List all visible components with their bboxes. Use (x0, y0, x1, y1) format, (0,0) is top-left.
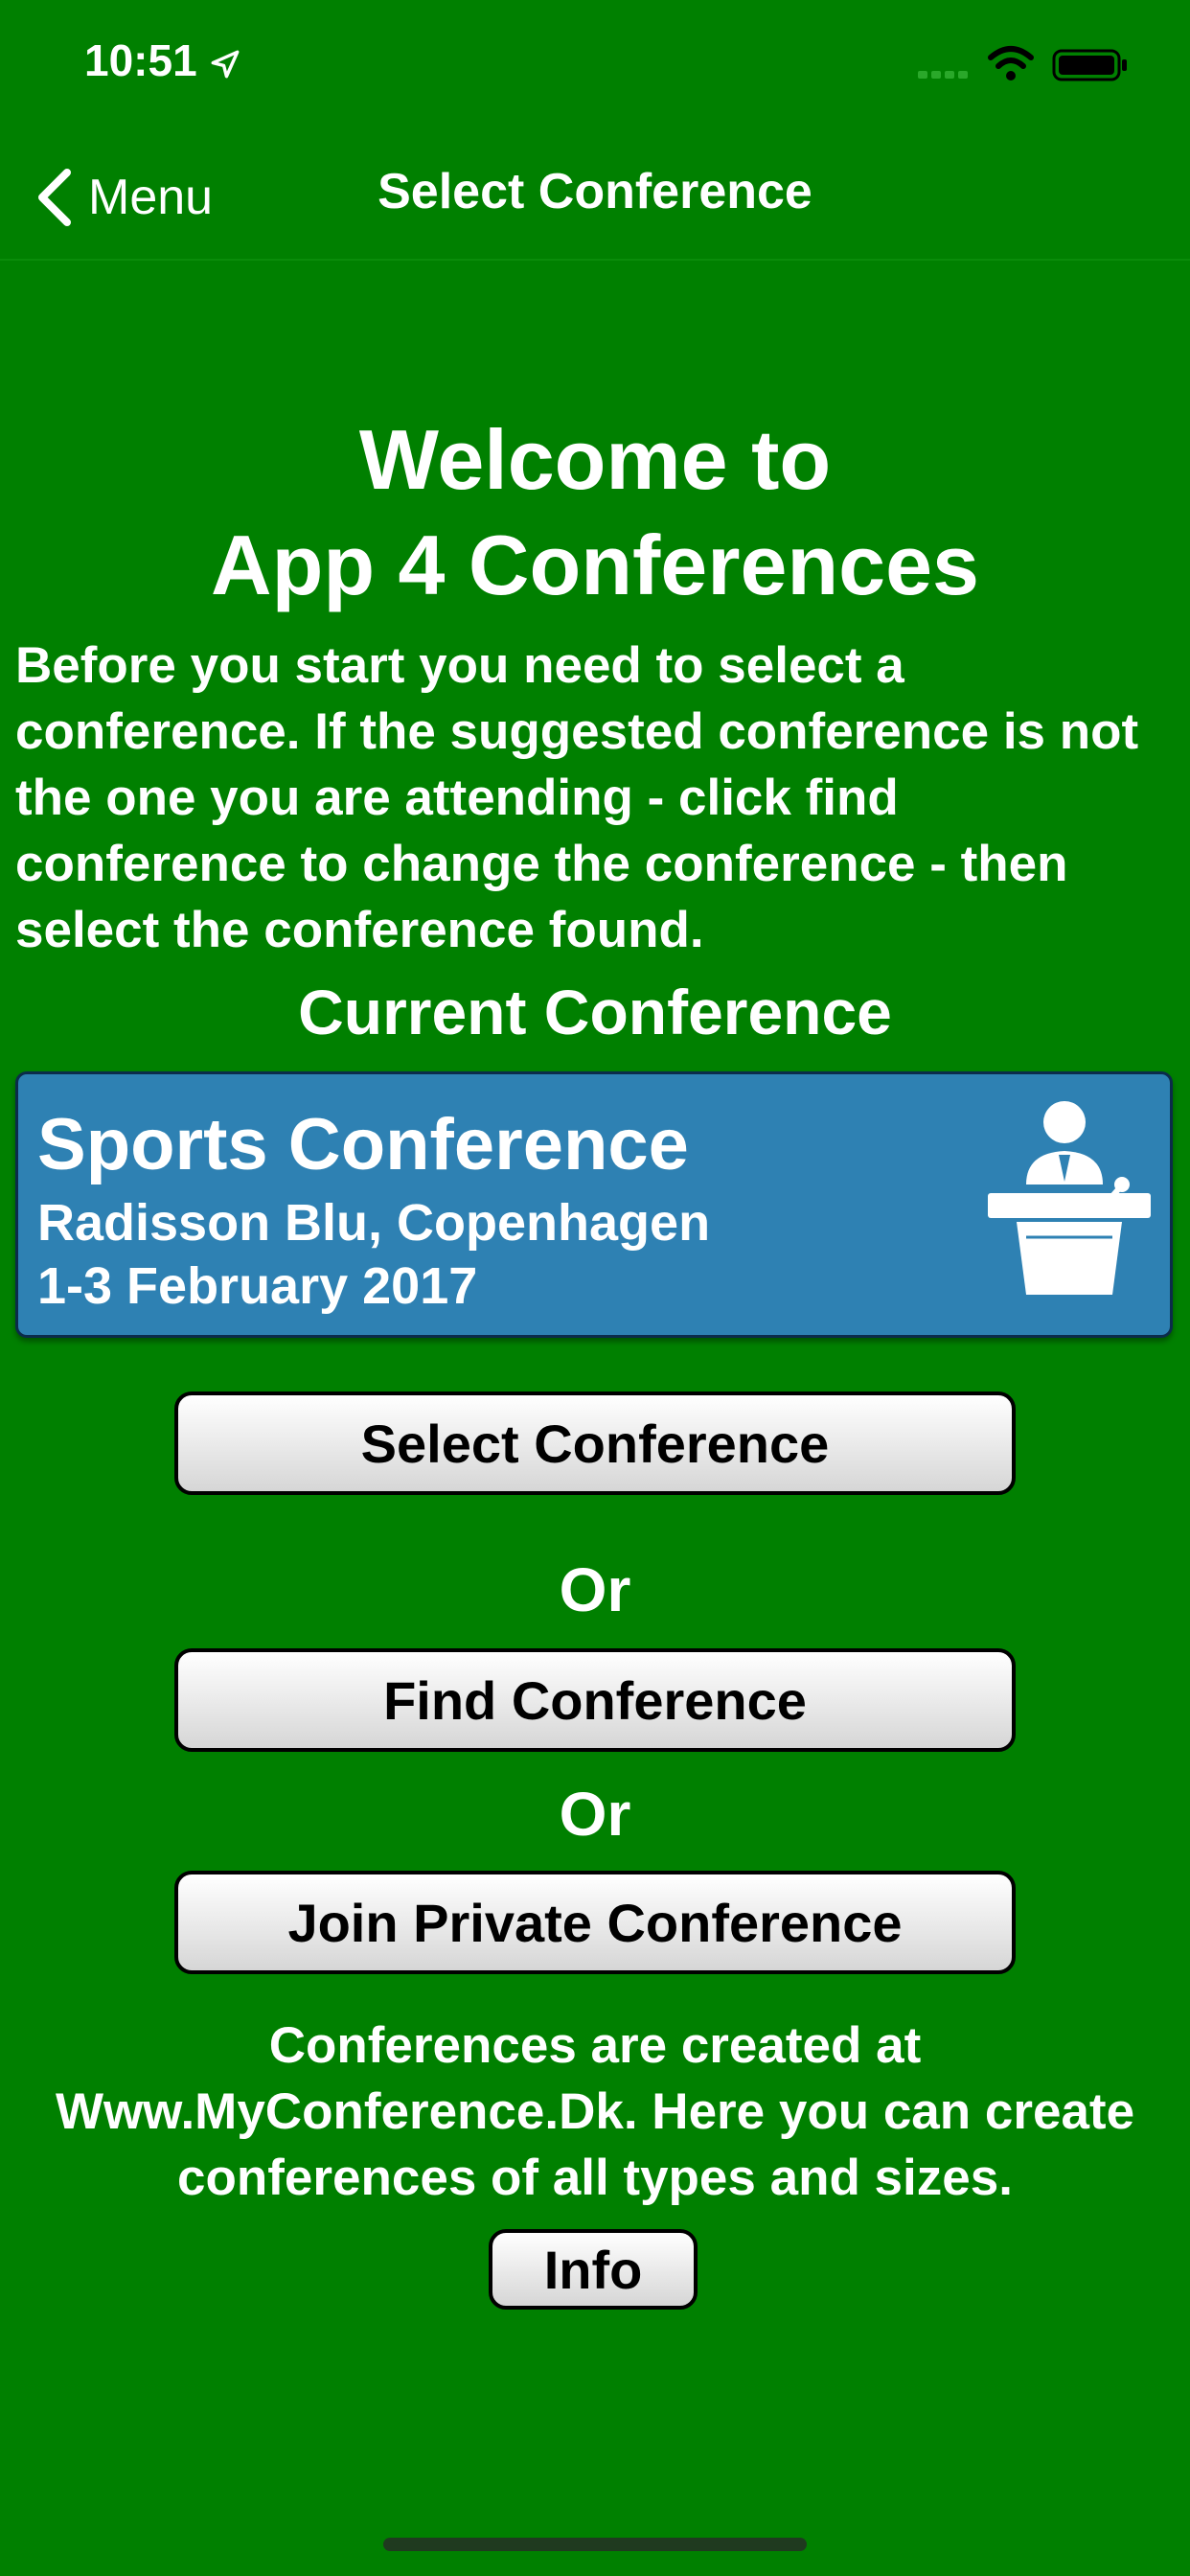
find-conference-button[interactable]: Find Conference (174, 1648, 1016, 1752)
current-conference-heading: Current Conference (298, 977, 892, 1047)
or-separator-2: Or (559, 1780, 631, 1849)
welcome-line-1: Welcome to (358, 412, 832, 507)
nav-bar: Menu Select Conference (0, 144, 1190, 261)
wifi-icon (988, 46, 1034, 80)
select-conference-button[interactable]: Select Conference (174, 1392, 1016, 1495)
signal-icon (918, 71, 968, 79)
join-private-conference-button[interactable]: Join Private Conference (174, 1871, 1016, 1974)
current-conference-card[interactable]: Sports Conference Radisson Blu, Copenhag… (15, 1071, 1173, 1338)
info-button[interactable]: Info (489, 2229, 698, 2310)
home-indicator (383, 2538, 807, 2551)
conference-dates: 1-3 February 2017 (37, 1257, 478, 1315)
status-time: 10:51 (84, 35, 197, 85)
conference-venue: Radisson Blu, Copenhagen (37, 1194, 711, 1252)
nav-title: Select Conference (378, 164, 812, 219)
or-separator-1: Or (559, 1555, 631, 1624)
speaker-podium-icon (988, 1101, 1151, 1295)
status-bar: 10:51 (0, 0, 1190, 125)
welcome-heading: Welcome to App 4 Conferences (0, 407, 1190, 618)
footer-text: Conferences are created at Www.MyConfere… (55, 2017, 1135, 2206)
conference-name: Sports Conference (37, 1104, 689, 1185)
welcome-line-2: App 4 Conferences (211, 518, 979, 612)
battery-icon (1052, 49, 1127, 81)
intro-text: Before you start you need to select a co… (15, 637, 1139, 958)
location-arrow-icon (211, 50, 240, 79)
